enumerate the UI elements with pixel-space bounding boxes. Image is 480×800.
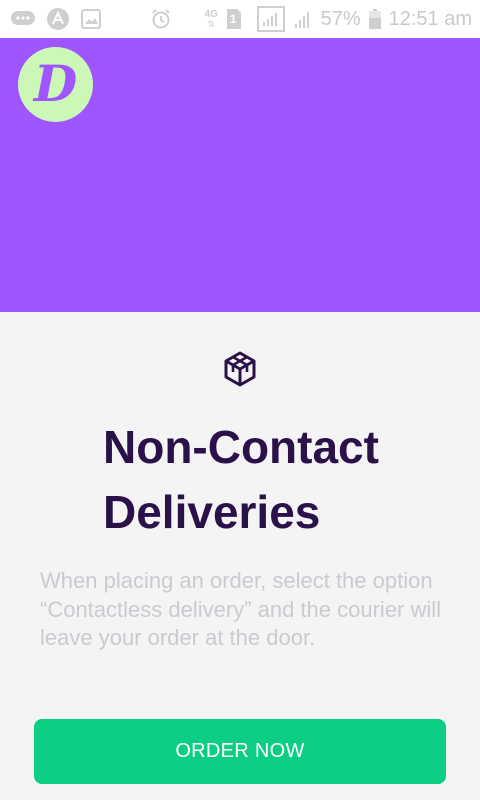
order-now-button[interactable]: ORDER NOW bbox=[34, 719, 446, 784]
signal-icon bbox=[256, 6, 285, 32]
alarm-icon bbox=[150, 8, 172, 30]
battery-icon bbox=[368, 9, 381, 29]
content-section: Non-Contact Deliveries When placing an o… bbox=[0, 312, 480, 800]
battery-percent: 57% bbox=[320, 7, 361, 30]
image-icon bbox=[80, 8, 102, 30]
hero-banner: D bbox=[0, 38, 480, 312]
signal-icon-2 bbox=[293, 8, 313, 30]
network-type-icon: 4G ⇅ bbox=[204, 8, 218, 29]
page-title: Non-Contact Deliveries bbox=[103, 421, 379, 538]
a-notification-icon bbox=[46, 7, 70, 31]
chat-icon bbox=[10, 9, 36, 29]
clock: 12:51 am bbox=[388, 7, 472, 30]
app-logo[interactable]: D bbox=[18, 47, 93, 122]
status-bar: 4G ⇅ 1 57% 12:51 am bbox=[0, 0, 480, 38]
cube-icon bbox=[222, 351, 258, 387]
sim-icon: 1 bbox=[226, 8, 249, 30]
description-text: When placing an order, select the option… bbox=[40, 568, 442, 650]
logo-letter: D bbox=[33, 53, 78, 113]
